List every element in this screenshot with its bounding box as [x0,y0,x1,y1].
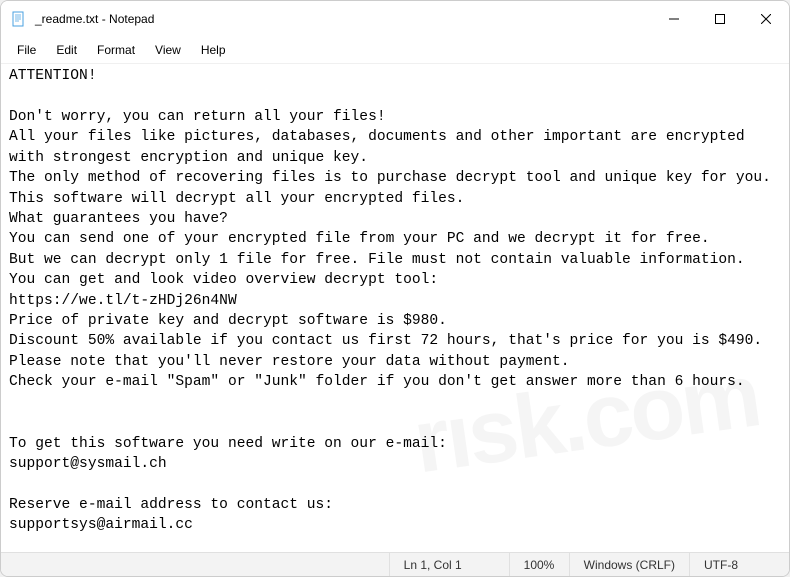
menu-help[interactable]: Help [193,40,234,60]
status-position: Ln 1, Col 1 [389,553,509,576]
close-button[interactable] [743,1,789,37]
text-area[interactable]: ATTENTION! Don't worry, you can return a… [1,63,789,552]
notepad-window: _readme.txt - Notepad File Edit Format V… [0,0,790,577]
minimize-button[interactable] [651,1,697,37]
status-bar: Ln 1, Col 1 100% Windows (CRLF) UTF-8 [1,552,789,576]
status-zoom: 100% [509,553,569,576]
menu-format[interactable]: Format [89,40,143,60]
maximize-button[interactable] [697,1,743,37]
title-bar[interactable]: _readme.txt - Notepad [1,1,789,37]
window-title: _readme.txt - Notepad [35,12,651,26]
menu-file[interactable]: File [9,40,44,60]
menu-edit[interactable]: Edit [48,40,85,60]
window-controls [651,1,789,37]
document-text: ATTENTION! Don't worry, you can return a… [9,68,771,552]
menu-bar: File Edit Format View Help [1,37,789,63]
status-encoding: UTF-8 [689,553,789,576]
notepad-icon [11,11,27,27]
status-lineending: Windows (CRLF) [569,553,689,576]
menu-view[interactable]: View [147,40,189,60]
